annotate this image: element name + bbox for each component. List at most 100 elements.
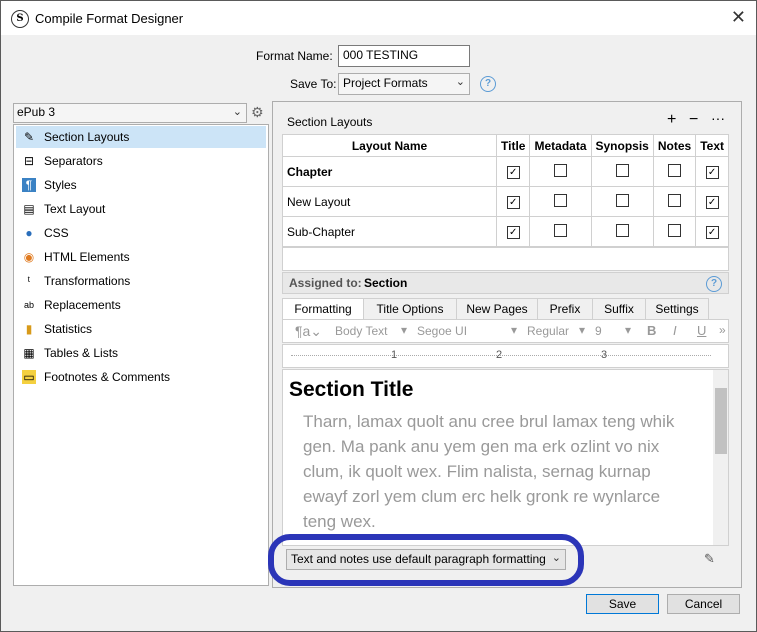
css-icon: ● [25, 226, 33, 240]
sidebar-panel: ✎ Section Layouts ⊟ Separators ¶ Styles ▤ Te… [13, 124, 269, 586]
table-row[interactable]: Chapter ✓ ✓ [281, 156, 729, 187]
overflow-icon[interactable]: » [719, 323, 726, 337]
text-checkbox[interactable]: ✓ [705, 166, 719, 179]
tab-title-options[interactable]: Title Options [363, 298, 457, 319]
sidebar-item-footnotes[interactable]: ▭ Footnotes & Comments [16, 366, 266, 388]
ruler[interactable]: 1 2 3 [282, 344, 729, 368]
add-icon[interactable]: + [667, 111, 676, 129]
sidebar-item-label: Transformations [44, 274, 131, 288]
style-select[interactable]: Body Text [335, 324, 387, 338]
chevron-down-icon: ⌄ [455, 76, 465, 88]
text-checkbox[interactable]: ✓ [705, 226, 719, 239]
chevron-down-icon: ▾ [625, 323, 632, 337]
chevron-down-icon: ▾ [579, 323, 586, 337]
format-name-input[interactable]: 000 TESTING [338, 45, 470, 67]
column-header: Title [496, 134, 531, 157]
table-row[interactable]: New Layout ✓ ✓ [281, 186, 729, 217]
chevron-down-icon: ⌄ [232, 106, 242, 118]
scrollbar[interactable] [713, 370, 728, 545]
eyedropper-icon[interactable]: ✎ [704, 551, 715, 567]
sidebar-item-html-elements[interactable]: ◉ HTML Elements [16, 246, 266, 268]
help-icon[interactable]: ? [480, 76, 496, 92]
bold-button[interactable]: B [647, 323, 656, 338]
sidebar-item-transformations[interactable]: ᵗ Transformations [16, 270, 266, 292]
column-header: Synopsis [590, 134, 654, 157]
sidebar-item-label: Separators [44, 154, 103, 168]
column-header: Notes [652, 134, 697, 157]
sidebar-item-section-layouts[interactable]: ✎ Section Layouts [16, 126, 266, 148]
chevron-down-icon: ▾ [401, 323, 408, 337]
pencil-icon: ✎ [23, 130, 35, 144]
title-checkbox[interactable]: ✓ [506, 196, 520, 209]
sidebar-item-label: Text Layout [44, 202, 106, 216]
title-bar: S Compile Format Designer ✕ [1, 1, 756, 35]
scrollbar-thumb[interactable] [715, 388, 727, 454]
styles-icon: ¶ [22, 178, 36, 192]
column-header: Layout Name [281, 134, 498, 157]
tab-suffix[interactable]: Suffix [592, 298, 646, 319]
assigned-bar: Assigned to: Section ? [282, 272, 729, 294]
tab-formatting[interactable]: Formatting [282, 298, 364, 319]
tab-settings[interactable]: Settings [645, 298, 709, 319]
html-icon: ◉ [23, 250, 35, 264]
text-checkbox[interactable]: ✓ [705, 196, 719, 209]
synopsis-checkbox[interactable] [615, 163, 629, 177]
sidebar-item-css[interactable]: ● CSS [16, 222, 266, 244]
gear-icon[interactable]: ⚙ [251, 104, 264, 121]
font-select[interactable]: Segoe UI [417, 324, 467, 338]
replacements-icon: ab [23, 300, 34, 310]
section-title-preview: Section Title [289, 378, 414, 401]
paragraph-style-icon[interactable]: ¶a⌄ [295, 323, 322, 340]
layout-name: Sub-Chapter [281, 216, 498, 247]
remove-icon[interactable]: − [689, 111, 698, 129]
help-icon[interactable]: ? [706, 276, 722, 292]
paragraph-formatting-select[interactable]: Text and notes use default paragraph for… [286, 549, 566, 570]
format-toolbar: ¶a⌄ Body Text ▾ Segoe UI ▾ Regular ▾ 9 ▾… [282, 319, 729, 343]
synopsis-checkbox[interactable] [615, 193, 629, 207]
paragraph-formatting-value: Text and notes use default paragraph for… [291, 552, 546, 566]
sidebar-item-separators[interactable]: ⊟ Separators [16, 150, 266, 172]
metadata-checkbox[interactable] [553, 193, 567, 207]
section-layouts-table: Layout Name Title Metadata Synopsis Note… [281, 134, 729, 247]
sidebar-item-label: Styles [44, 178, 77, 192]
synopsis-checkbox[interactable] [615, 223, 629, 237]
tab-prefix[interactable]: Prefix [537, 298, 593, 319]
export-format-select[interactable]: ePub 3 ⌄ [13, 103, 247, 123]
separator-icon: ⊟ [23, 154, 35, 168]
sidebar-item-label: Footnotes & Comments [44, 370, 171, 384]
save-button[interactable]: Save [586, 594, 659, 614]
title-checkbox[interactable]: ✓ [506, 226, 520, 239]
sidebar-item-statistics[interactable]: ▮ Statistics [16, 318, 266, 340]
sidebar-item-label: Section Layouts [44, 130, 130, 144]
close-icon[interactable]: ✕ [731, 7, 746, 28]
notes-checkbox[interactable] [668, 193, 682, 207]
more-icon[interactable]: ··· [711, 110, 725, 126]
footnote-icon: ▭ [22, 370, 36, 384]
window-title: Compile Format Designer [35, 11, 184, 26]
italic-button[interactable]: I [673, 323, 677, 338]
metadata-checkbox[interactable] [553, 163, 567, 177]
sidebar-item-replacements[interactable]: ab Replacements [16, 294, 266, 316]
save-to-select[interactable]: Project Formats ⌄ [338, 73, 470, 95]
underline-button[interactable]: U [697, 323, 706, 338]
table-row[interactable]: Sub-Chapter ✓ ✓ [281, 216, 729, 247]
sidebar-item-text-layout[interactable]: ▤ Text Layout [16, 198, 266, 220]
save-to-label: Save To: [290, 77, 337, 91]
preview-line: clum, ik quolt wex. Flim nalista, sernag… [303, 462, 651, 481]
ruler-mark: 3 [601, 349, 608, 361]
save-to-value: Project Formats [343, 76, 428, 90]
title-checkbox[interactable]: ✓ [506, 166, 520, 179]
section-layouts-title: Section Layouts [287, 115, 373, 129]
tab-new-pages[interactable]: New Pages [456, 298, 538, 319]
metadata-checkbox[interactable] [553, 223, 567, 237]
size-select[interactable]: 9 [595, 324, 602, 338]
table-empty-area [282, 247, 729, 271]
ruler-mark: 1 [391, 349, 398, 361]
notes-checkbox[interactable] [668, 223, 682, 237]
column-header: Metadata [529, 134, 592, 157]
cancel-button[interactable]: Cancel [667, 594, 740, 614]
notes-checkbox[interactable] [668, 163, 682, 177]
weight-select[interactable]: Regular [527, 324, 569, 338]
sidebar-item-styles[interactable]: ¶ Styles [16, 174, 266, 196]
sidebar-item-tables-lists[interactable]: ▦ Tables & Lists [16, 342, 266, 364]
